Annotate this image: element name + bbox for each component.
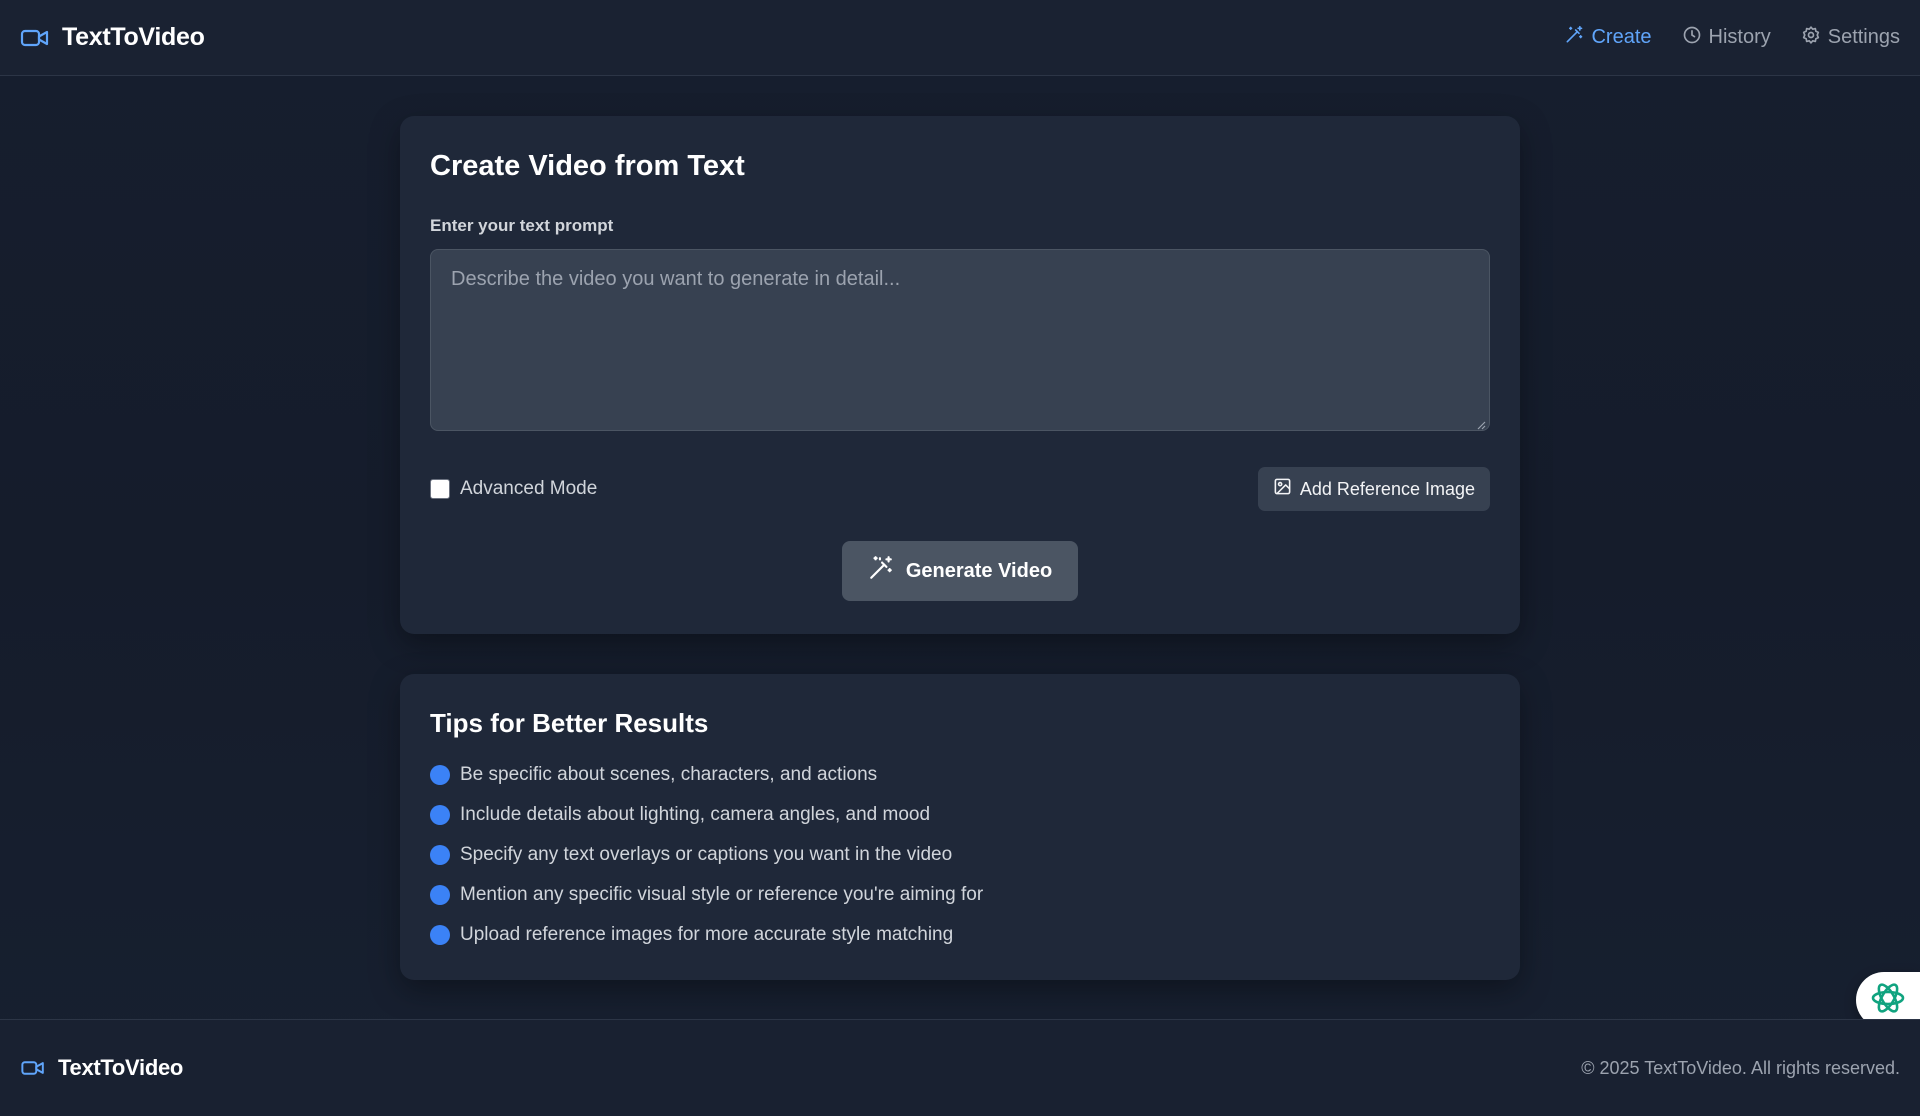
prompt-textarea[interactable]	[451, 268, 1469, 412]
tips-list: Be specific about scenes, characters, an…	[430, 755, 1490, 955]
nav-history-label: History	[1708, 26, 1771, 48]
bullet-dot-icon	[430, 925, 450, 945]
tip-text: Include details about lighting, camera a…	[460, 804, 931, 825]
create-video-card: Create Video from Text Enter your text p…	[400, 116, 1520, 634]
advanced-mode-label: Advanced Mode	[460, 478, 598, 499]
prompt-box	[430, 249, 1490, 431]
main-nav: Create History Settings	[1564, 25, 1900, 51]
top-navbar: TextToVideo Create History Settings	[0, 0, 1920, 76]
footer-brand-name: TextToVideo	[58, 1055, 184, 1080]
tips-card: Tips for Better Results Be specific abou…	[400, 674, 1520, 980]
generate-wrap: Generate Video	[430, 541, 1490, 601]
footer: TextToVideo © 2025 TextToVideo. All righ…	[0, 1019, 1920, 1116]
wand-icon	[1564, 25, 1584, 51]
bullet-dot-icon	[430, 885, 450, 905]
app-root: TextToVideo Create History Settings Crea…	[0, 0, 1920, 1116]
advanced-mode-toggle[interactable]: Advanced Mode	[430, 478, 597, 500]
tip-text: Upload reference images for more accurat…	[460, 924, 954, 945]
tip-item: Be specific about scenes, characters, an…	[430, 755, 1490, 795]
nav-settings-label: Settings	[1827, 26, 1900, 48]
clock-icon	[1682, 25, 1702, 51]
add-reference-label: Add Reference Image	[1299, 478, 1475, 499]
brand-name: TextToVideo	[62, 23, 205, 51]
prompt-label: Enter your text prompt	[430, 216, 614, 235]
generate-video-label: Generate Video	[905, 559, 1053, 582]
tip-item: Include details about lighting, camera a…	[430, 795, 1490, 835]
gear-icon	[1801, 25, 1821, 51]
video-camera-icon	[20, 27, 50, 49]
brand[interactable]: TextToVideo	[20, 23, 205, 52]
advanced-mode-checkbox[interactable]	[430, 479, 450, 499]
video-camera-icon	[20, 1059, 46, 1077]
tip-text: Be specific about scenes, characters, an…	[460, 764, 878, 785]
bullet-dot-icon	[430, 805, 450, 825]
generate-video-button[interactable]: Generate Video	[842, 541, 1078, 601]
tip-text: Specify any text overlays or captions yo…	[460, 844, 953, 865]
bullet-dot-icon	[430, 845, 450, 865]
nav-history[interactable]: History	[1682, 25, 1771, 51]
bullet-dot-icon	[430, 765, 450, 785]
add-reference-image-button[interactable]: Add Reference Image	[1257, 467, 1490, 511]
tip-text: Mention any specific visual style or ref…	[460, 884, 984, 905]
image-icon	[1273, 477, 1292, 501]
resize-handle-icon[interactable]	[1476, 417, 1486, 430]
tip-item: Specify any text overlays or captions yo…	[430, 835, 1490, 875]
ai-assistant-icon	[1868, 978, 1908, 1023]
tips-title: Tips for Better Results	[430, 708, 709, 738]
page-title: Create Video from Text	[430, 150, 745, 182]
magic-wand-icon	[868, 555, 894, 587]
tip-item: Upload reference images for more accurat…	[430, 915, 1490, 955]
nav-settings[interactable]: Settings	[1801, 25, 1900, 51]
footer-brand[interactable]: TextToVideo	[20, 1055, 183, 1081]
tip-item: Mention any specific visual style or ref…	[430, 875, 1490, 915]
nav-create-label: Create	[1591, 26, 1652, 48]
nav-create[interactable]: Create	[1564, 25, 1652, 51]
options-row: Advanced Mode Add Reference Image	[430, 467, 1490, 511]
copyright-text: © 2025 TextToVideo. All rights reserved.	[1581, 1057, 1900, 1078]
